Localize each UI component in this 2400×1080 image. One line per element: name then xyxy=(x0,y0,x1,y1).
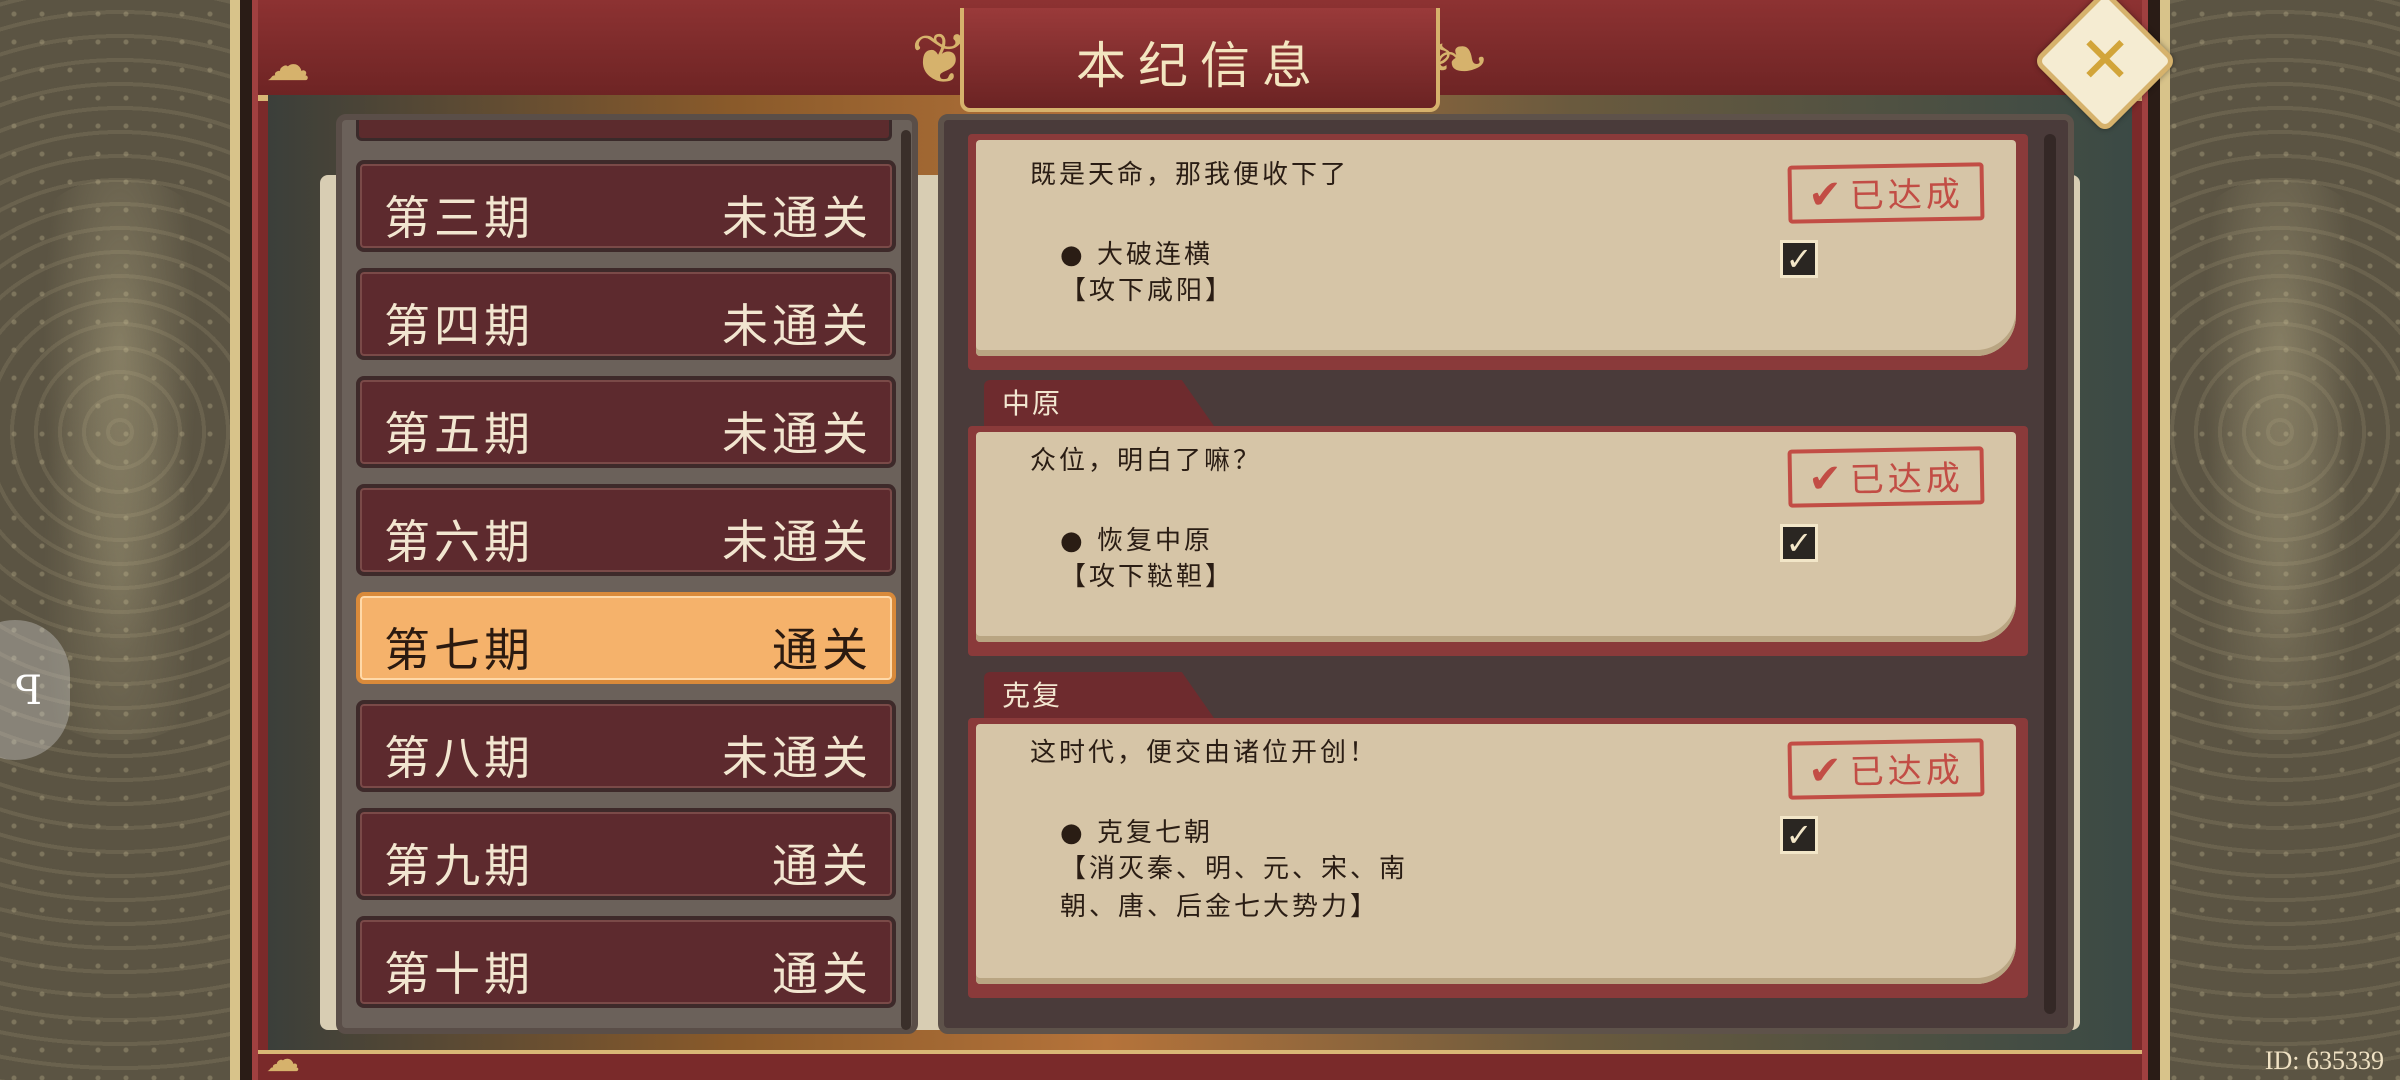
achievement-desc: 【消灭秦、明、元、宋、南朝、唐、后金七大势力】 xyxy=(1060,854,1409,922)
period-name: 第九期 xyxy=(384,839,534,893)
period-status: 未通关 xyxy=(722,515,872,569)
period-name: 第十期 xyxy=(384,947,534,1001)
period-item[interactable]: 第十期 通关 xyxy=(356,916,896,1008)
achievement-goal: ● 恢复中原 xyxy=(1060,526,1213,556)
achievement-quote: 众位，明白了嘛？ xyxy=(1030,446,1263,476)
period-name: 第六期 xyxy=(384,515,534,569)
achievement-checkbox: ✓ xyxy=(1780,240,1818,278)
period-item-selected[interactable]: 第七期 通关 xyxy=(356,592,896,684)
period-item[interactable]: 第八期 未通关 xyxy=(356,700,896,792)
period-status: 通关 xyxy=(772,839,872,893)
achieved-stamp: ✔已达成 xyxy=(1787,446,1985,508)
achievement-scrollbar[interactable] xyxy=(2044,134,2056,1014)
period-status: 未通关 xyxy=(722,191,872,245)
left-decor-panel: ꟼ xyxy=(0,0,240,1080)
achievement-goal: ● 大破连横 xyxy=(1060,240,1213,270)
achievement-desc: 【攻下咸阳】 xyxy=(1060,276,1235,306)
player-id-label: ID: 635339 xyxy=(2264,1046,2384,1075)
achievement-goal: ● 克复七朝 xyxy=(1060,818,1213,848)
cloud-ornament-icon: ☁ xyxy=(266,40,310,91)
period-name: 第八期 xyxy=(384,731,534,785)
stamp-label: 已达成 xyxy=(1849,458,1965,501)
dragon-pattern xyxy=(2180,180,2380,740)
period-status: 通关 xyxy=(772,947,872,1001)
achieved-stamp: ✔已达成 xyxy=(1787,162,1985,224)
achievement-paper: 这时代，便交由诸位开创！ ✔已达成 ● 克复七朝 【消灭秦、明、元、宋、南朝、唐… xyxy=(976,724,2016,984)
region-tab: 克复 xyxy=(984,672,1214,718)
achievement-quote: 既是天命，那我便收下了 xyxy=(1030,160,1350,190)
achievement-paper: 既是天命，那我便收下了 ✔已达成 ● 大破连横 【攻下咸阳】 ✓ xyxy=(976,140,2016,356)
close-x-icon: ✕ xyxy=(2078,24,2132,98)
achievement-checkbox: ✓ xyxy=(1780,524,1818,562)
achievement-panel: 既是天命，那我便收下了 ✔已达成 ● 大破连横 【攻下咸阳】 ✓ 中原 众位，明… xyxy=(938,114,2074,1034)
achievement-card: 这时代，便交由诸位开创！ ✔已达成 ● 克复七朝 【消灭秦、明、元、宋、南朝、唐… xyxy=(968,718,2028,998)
period-item[interactable]: 第三期 未通关 xyxy=(356,160,896,252)
list-scrollbar[interactable] xyxy=(901,130,911,1030)
period-status: 未通关 xyxy=(722,407,872,461)
period-name: 第五期 xyxy=(384,407,534,461)
stamp-check-icon: ✔ xyxy=(1807,747,1847,795)
page-title: 本纪信息 xyxy=(1076,37,1324,95)
period-name: 第四期 xyxy=(384,299,534,353)
bottom-band xyxy=(258,1050,2142,1080)
period-item[interactable]: 第五期 未通关 xyxy=(356,376,896,468)
period-status: 未通关 xyxy=(722,299,872,353)
right-decor-panel xyxy=(2160,0,2400,1080)
stamp-check-icon: ✔ xyxy=(1807,455,1847,503)
side-tab-icon: ꟼ xyxy=(15,668,42,714)
period-name: 第三期 xyxy=(384,191,534,245)
achievement-desc: 【攻下鞑靼】 xyxy=(1060,562,1235,592)
achievement-quote: 这时代，便交由诸位开创！ xyxy=(1030,738,1379,768)
title-plate: ❦ ❧ 本纪信息 xyxy=(900,8,1500,112)
period-list-panel: 第三期 未通关 第四期 未通关 第五期 未通关 第六期 未通关 第七期 通关 第… xyxy=(336,114,918,1034)
achievement-card: 既是天命，那我便收下了 ✔已达成 ● 大破连横 【攻下咸阳】 ✓ xyxy=(968,134,2028,370)
period-name: 第七期 xyxy=(384,623,534,677)
period-item[interactable]: 第九期 通关 xyxy=(356,808,896,900)
period-status: 未通关 xyxy=(722,731,872,785)
period-item[interactable]: 第四期 未通关 xyxy=(356,268,896,360)
achievement-checkbox: ✓ xyxy=(1780,816,1818,854)
stamp-label: 已达成 xyxy=(1849,750,1965,793)
list-item-partial xyxy=(356,120,892,141)
period-item[interactable]: 第六期 未通关 xyxy=(356,484,896,576)
achievement-card: 众位，明白了嘛？ ✔已达成 ● 恢复中原 【攻下鞑靼】 ✓ xyxy=(968,426,2028,656)
region-tab: 中原 xyxy=(984,380,1214,426)
stamp-check-icon: ✔ xyxy=(1807,171,1847,219)
period-status: 通关 xyxy=(772,623,872,677)
achievement-paper: 众位，明白了嘛？ ✔已达成 ● 恢复中原 【攻下鞑靼】 ✓ xyxy=(976,432,2016,642)
stamp-label: 已达成 xyxy=(1849,174,1965,217)
cloud-ornament-icon: ☁ xyxy=(266,1040,300,1080)
achieved-stamp: ✔已达成 xyxy=(1787,738,1985,800)
